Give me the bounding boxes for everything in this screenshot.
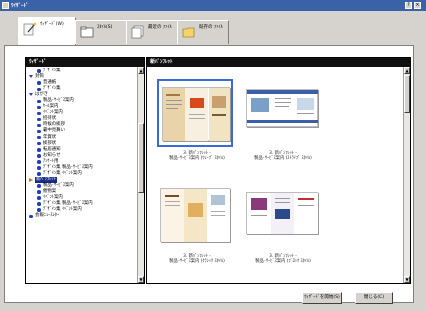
caption-line: 製品･ｻｰﾋﾞｽ案内 (ｽﾄﾗｲﾌﾟ ｽﾀｲﾙ) [254,156,312,161]
tab-recent-files[interactable]: 最近の ﾌｧｲﾙ [126,20,178,44]
scroll-down-button[interactable]: ▼ [404,276,410,283]
start-wizard-button[interactable]: ｳｨｻﾞｰﾄﾞを開始(S) [302,292,342,304]
bullet-icon [37,202,41,206]
close-window-button[interactable]: × [414,2,421,9]
bullet-icon [37,123,41,128]
close-button[interactable]: 閉じる(C) [355,292,393,304]
bullet-icon [37,148,41,152]
document-stack-icon [131,25,144,39]
brochure-preview [246,89,318,127]
wizard-list-pane: ｳｨｻﾞｰﾄﾞ ﾃﾞｻﾞｲﾝ集 封筒 普通紙 ﾃﾞｻﾞｲﾝ集 はがき 製品･ｻｰﾋﾞｽ案内… [25,57,145,284]
expand-triangle-icon [29,75,33,79]
wizard-list-header: ｳｨｻﾞｰﾄﾞ [26,58,144,67]
bullet-icon [37,81,41,85]
expand-triangle-icon [29,93,33,97]
caption-line: 製品･ｻｰﾋﾞｽ案内 (ﾌﾞﾛｯｸ ｽﾀｲﾙ) [255,259,311,264]
bullet-icon [37,129,41,134]
tab-wizard-label: ｳｨｻﾞｰﾄﾞ(W) [40,22,64,27]
tab-style[interactable]: ｽﾀｲﾙ(S) [75,20,127,44]
thumbnail-frame [243,79,319,147]
help-button[interactable]: ? [405,2,412,9]
wizard-window: ｳｨｻﾞｰﾄﾞ(W) ｽﾀｲﾙ(S) 最近の ﾌｧｲﾙ 既存の ﾌｧｲﾙ ｳｨｻ… [0,11,426,311]
scroll-down-button[interactable]: ▼ [138,276,144,283]
scroll-thumb[interactable] [404,75,410,113]
caption-line: 製品･ｻｰﾋﾞｽ案内 (ｳｪｰﾌﾞ ｽﾀｲﾙ) [169,156,225,161]
bullet-icon [37,87,41,92]
bullet-icon [29,214,33,219]
app-icon [2,2,9,9]
bullet-icon [37,184,41,188]
scroll-thumb[interactable] [138,123,144,193]
caption-line: 製品･ｻｰﾋﾞｽ案内 (ｸﾗｼｯｸ ｽﾀｲﾙ) [169,259,225,264]
window-title: ﾜｲｻﾞｰﾄﾞ [11,3,29,9]
thumbnail-caption: 3. 新ﾊﾟﾝﾌﾚｯﾄ - 製品･ｻｰﾋﾞｽ案内 (ｳｪｰﾌﾞ ｽﾀｲﾙ) [147,151,247,161]
bullet-icon [37,135,41,140]
brochure-preview [246,192,318,234]
folder-icon [80,26,94,38]
wizard-tree: ﾃﾞｻﾞｲﾝ集 封筒 普通紙 ﾃﾞｻﾞｲﾝ集 はがき 製品･ｻｰﾋﾞｽ案内 ｾｰﾙ案内 ｲﾍﾞ… [28,68,132,283]
tab-wizard[interactable]: ｳｨｻﾞｰﾄﾞ(W) [18,17,76,46]
selected-arrow-icon [29,178,33,183]
tab-existing-files-label: 既存の ﾌｧｲﾙ [199,25,223,30]
template-preview-pane: 新ﾊﾟﾝﾌﾚｯﾄ 3. 新ﾊﾟﾝﾌﾚｯﾄ - 製品･ｻｰﾋﾞｽ案内 (ｳｪｰﾌﾞ… [146,57,411,284]
bullet-icon [37,105,41,110]
bullet-icon [37,190,41,194]
bullet-icon [37,208,41,212]
folder-open-icon [182,27,195,38]
tab-content-panel: ｳｨｻﾞｰﾄﾞ ﾃﾞｻﾞｲﾝ集 封筒 普通紙 ﾃﾞｻﾞｲﾝ集 はがき 製品･ｻｰﾋﾞｽ案内… [4,45,414,304]
brochure-preview [160,188,230,242]
scroll-up-button[interactable]: ▲ [138,67,144,74]
bullet-icon [37,172,41,176]
tree-item[interactable]: 会報ﾆｭｰｽﾚﾀｰ [28,213,132,219]
scroll-up-button[interactable]: ▲ [404,67,410,74]
thumbnail-frame [243,182,319,250]
preview-scrollbar[interactable]: ▲ ▼ [403,67,410,283]
bullet-icon [37,160,41,164]
template-preview-header: 新ﾊﾟﾝﾌﾚｯﾄ [147,58,410,67]
tree-item-label: 会報ﾆｭｰｽﾚﾀｰ [35,213,60,219]
thumbnail-caption: 3. 新ﾊﾟﾝﾌﾚｯﾄ - 製品･ｻｰﾋﾞｽ案内 (ﾌﾞﾛｯｸ ｽﾀｲﾙ) [233,254,333,264]
thumbnail-selection-frame [157,79,233,147]
bullet-icon [37,154,41,158]
brochure-preview [162,87,230,141]
thumbnail-caption: 3. 新ﾊﾟﾝﾌﾚｯﾄ - 製品･ｻｰﾋﾞｽ案内 (ｸﾗｼｯｸ ｽﾀｲﾙ) [147,254,247,264]
bullet-icon [37,196,41,200]
wizard-list-scrollbar[interactable]: ▲ ▼ [137,67,144,283]
bullet-icon [37,141,41,146]
thumbnail-frame [157,182,233,250]
bullet-icon [37,111,41,116]
bullet-icon [37,69,41,73]
thumbnail-caption: 3. 新ﾊﾟﾝﾌﾚｯﾄ - 製品･ｻｰﾋﾞｽ案内 (ｽﾄﾗｲﾌﾟ ｽﾀｲﾙ) [233,151,333,161]
bullet-icon [37,166,41,170]
bullet-icon [37,99,41,104]
tab-existing-files[interactable]: 既存の ﾌｧｲﾙ [177,20,229,44]
bullet-icon [37,117,41,122]
wand-icon [23,22,37,36]
title-bar: ﾜｲｻﾞｰﾄﾞ ? × [0,0,426,11]
